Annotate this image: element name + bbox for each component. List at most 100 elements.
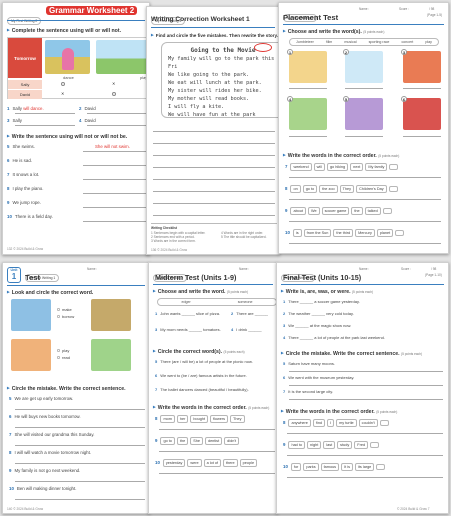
- checklist-box: Writing Checklist 1 Sentences begin with…: [151, 223, 277, 245]
- option-checkbox[interactable]: [57, 349, 60, 352]
- rewrite-line: [153, 203, 275, 204]
- page-ref: (Page 1-5): [427, 13, 443, 17]
- page-tab: My First Writing 2: [7, 9, 43, 27]
- option-checkbox[interactable]: [57, 356, 60, 359]
- answer-row-1b: 2 David: [79, 106, 96, 111]
- answer-line: [159, 429, 275, 430]
- exercise-row: 7 It snows a lot.: [7, 172, 40, 177]
- answer-line: [83, 165, 147, 166]
- rewrite-line: [153, 143, 275, 144]
- page-title: Writing Correction Worksheet 1: [151, 16, 250, 23]
- answer-line: [289, 177, 441, 178]
- picture-6: [403, 98, 441, 130]
- answer-row-2: 3 Sally: [7, 118, 22, 123]
- exercise-row: 10 Ben will making dinner tonight.: [9, 486, 77, 491]
- page-footer: 136 © 2024 Build & Grow: [151, 248, 188, 252]
- answer-line: [15, 113, 75, 114]
- fill-row: 3 My mom needs ______ tomatoes.: [155, 327, 221, 332]
- page-ref: (Page 1-10): [425, 273, 442, 277]
- answer-line: [403, 88, 441, 89]
- answer-line: [15, 463, 145, 464]
- circle-mark-1: [61, 82, 65, 86]
- picture-number: 4: [287, 96, 293, 102]
- schedule-table: Tomorrow dance play Sally David ✕ ✕: [7, 37, 149, 99]
- section-heading: Circle the mistake. Write the correct se…: [7, 386, 126, 392]
- answer-line: [15, 499, 145, 500]
- page-title: Placement Test: [283, 13, 339, 22]
- header-divider: [283, 24, 444, 25]
- answer-line: [287, 477, 443, 478]
- option-label: borrow: [62, 314, 75, 319]
- order-row: 10 yesterday were a lot of there people: [155, 459, 259, 467]
- answer-line: [87, 125, 147, 126]
- header-divider: [7, 285, 145, 286]
- story-line: I will fly a kite.: [168, 104, 225, 110]
- header-divider: [281, 284, 444, 285]
- answer-box: [389, 163, 399, 170]
- order-row: 10 for parks famous It is its large: [283, 463, 386, 471]
- option-checkbox[interactable]: [57, 308, 60, 311]
- fill-row: 1 John wants ______ slice of pizza.: [155, 311, 221, 316]
- order-row: 7 weekend will go hiking next My family: [285, 163, 399, 171]
- page-title: Test: [25, 273, 41, 282]
- order-row: 9 about We soccer game the talked: [285, 207, 392, 215]
- exercise-row: 10 There is a field day.: [7, 214, 53, 219]
- section-heading: Write the words in the correct order. (5…: [283, 153, 400, 159]
- worksheet-page-placement: My First Writing 3 Name : Score : / 98 (…: [278, 2, 449, 254]
- score-total: / 98: [431, 267, 437, 271]
- worksheet-page-grammar: My First Writing 2 Grammar Worksheet 2 C…: [2, 2, 150, 255]
- answer-box: [388, 185, 398, 192]
- score-label: Score :: [399, 7, 410, 11]
- checklist-item: 5 The title should be capitalized.: [221, 235, 267, 239]
- rewrite-line: [153, 179, 275, 180]
- play-picture: [96, 40, 148, 74]
- section-heading: Choose and write the word. (5 points eac…: [153, 289, 248, 295]
- answer-line: [289, 243, 441, 244]
- answer-line: [345, 88, 383, 89]
- picture-playground: [91, 339, 131, 371]
- section-heading: Find and circle the five mistakes. Then …: [151, 33, 278, 38]
- picture-1: [289, 51, 327, 83]
- exercise-row: 7 She will visited our grandma this Sunda…: [9, 432, 95, 437]
- page-footer: 132 © 2024 Build & Grow: [7, 247, 44, 251]
- exercise-row: 9 My family is not go next weekend.: [9, 468, 81, 473]
- cross-mark-2: ✕: [61, 91, 65, 96]
- answer-box: [395, 229, 405, 236]
- page-title: Grammar Worksheet 2: [46, 6, 138, 15]
- answer-box: [382, 207, 392, 214]
- picture-5: [345, 98, 383, 130]
- cross-mark-1: ✕: [112, 81, 116, 86]
- story-line: My family will go to the park this Fri: [168, 56, 275, 70]
- exercise-row: 5 She swims.: [7, 144, 35, 149]
- rewrite-line: [153, 215, 275, 216]
- exercise-row: 9 We jump rope.: [7, 200, 41, 205]
- option-checkbox[interactable]: [57, 315, 60, 318]
- section-heading: Write the words in the correct order. (5…: [153, 405, 270, 411]
- picture-number: 1: [287, 49, 293, 55]
- option-label: play: [62, 348, 70, 353]
- story-line: We eat will lunch at the park.: [168, 80, 262, 86]
- section-heading: Write the sentence using will not or wil…: [7, 134, 127, 140]
- answer-row-2b: 4 David: [79, 118, 96, 123]
- circle-row: 7 The ballet dancers danced (beautiful / …: [155, 387, 249, 392]
- name-label: Name :: [87, 267, 98, 271]
- exercise-row: 6 He is sad.: [7, 158, 32, 163]
- answer-line: [403, 136, 441, 137]
- picture-4: [289, 98, 327, 130]
- picture-bookshelf: [11, 299, 51, 331]
- rewrite-line: [153, 131, 275, 132]
- answer-line: [15, 427, 145, 428]
- order-row: 10 is from the Sun the third Mercury planet: [285, 229, 405, 237]
- order-row: 9 had to night last study Fred: [283, 441, 380, 449]
- circle-row: 6 We went to (be / are) famous artists in…: [155, 373, 247, 378]
- rewrite-line: [153, 191, 275, 192]
- picture-2: [345, 51, 383, 83]
- answer-line: [15, 125, 75, 126]
- rewrite-line: [153, 155, 275, 156]
- row-name-david: David: [8, 90, 42, 99]
- name-label: Name :: [359, 267, 370, 271]
- header-divider: [151, 27, 275, 28]
- score-label: Score :: [401, 267, 412, 271]
- answer-line: [83, 151, 147, 152]
- answer-row-1: 1 Sally will dance.: [7, 106, 44, 111]
